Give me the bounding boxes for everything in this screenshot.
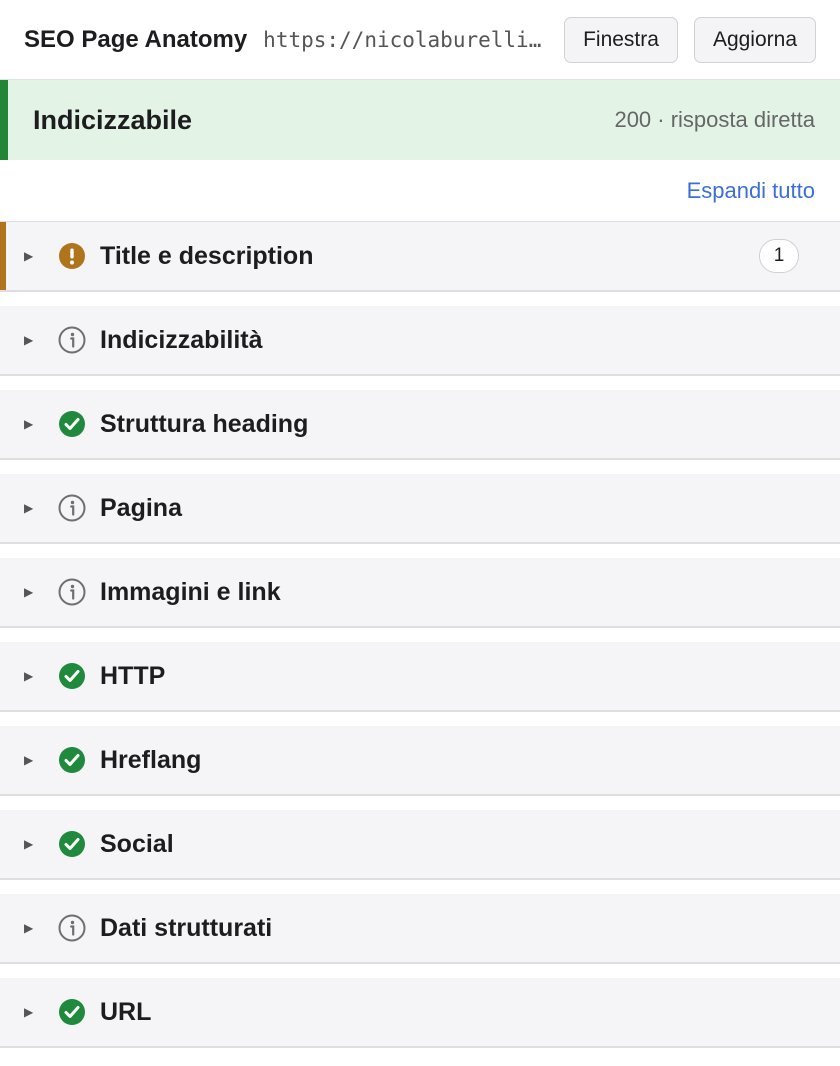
expand-all-link[interactable]: Espandi tutto [687, 178, 815, 204]
disclosure-caret-icon[interactable]: ▶ [24, 585, 58, 599]
info-icon [58, 578, 86, 606]
check-circle-icon [58, 998, 86, 1026]
section-label: Dati strutturati [100, 913, 273, 942]
section-label: URL [100, 997, 152, 1026]
disclosure-caret-icon[interactable]: ▶ [24, 501, 58, 515]
response-status: 200 · risposta diretta [614, 107, 815, 132]
section-row[interactable]: ▶ Immagini e link [0, 558, 840, 628]
section-label: Struttura heading [100, 409, 309, 438]
section-row[interactable]: ▶ URL [0, 978, 840, 1048]
section-row[interactable]: ▶ Dati strutturati [0, 894, 840, 964]
section-row[interactable]: ▶ Social [0, 810, 840, 880]
app-title: SEO Page Anatomy [24, 25, 248, 53]
page-url: https://nicolaburelli.com/ [263, 27, 548, 52]
section-row[interactable]: ▶ Title e description 1 [0, 222, 840, 292]
section-row[interactable]: ▶ Pagina [0, 474, 840, 544]
section-label: Hreflang [100, 745, 202, 774]
indexability-status: Indicizzabile [33, 104, 193, 135]
section-row[interactable]: ▶ HTTP [0, 642, 840, 712]
check-circle-icon [58, 410, 86, 438]
indexability-banner: Indicizzabile 200 · risposta diretta [0, 80, 840, 160]
check-circle-icon [58, 662, 86, 690]
section-label: Immagini e link [100, 577, 281, 606]
section-label: Title e description [100, 241, 314, 270]
refresh-button[interactable]: Aggiorna [693, 16, 816, 63]
disclosure-caret-icon[interactable]: ▶ [24, 753, 58, 767]
disclosure-caret-icon[interactable]: ▶ [24, 669, 58, 683]
info-icon [58, 494, 86, 522]
check-circle-icon [58, 830, 86, 858]
section-list: ▶ Title e description 1 ▶ Indicizzabilità ▶ St… [0, 221, 840, 1048]
issue-count-badge: 1 [759, 239, 799, 273]
top-bar: SEO Page Anatomy https://nicolaburelli.c… [0, 0, 840, 80]
section-row[interactable]: ▶ Hreflang [0, 726, 840, 796]
section-label: Social [100, 829, 174, 858]
section-label: HTTP [100, 661, 166, 690]
warning-icon [58, 242, 86, 270]
info-icon [58, 326, 86, 354]
disclosure-caret-icon[interactable]: ▶ [24, 249, 58, 263]
window-button[interactable]: Finestra [564, 16, 678, 63]
section-label: Pagina [100, 493, 182, 522]
expand-row: Espandi tutto [0, 160, 840, 221]
check-circle-icon [58, 746, 86, 774]
disclosure-caret-icon[interactable]: ▶ [24, 333, 58, 347]
disclosure-caret-icon[interactable]: ▶ [24, 417, 58, 431]
section-label: Indicizzabilità [100, 325, 263, 354]
section-row[interactable]: ▶ Struttura heading [0, 390, 840, 460]
info-icon [58, 914, 86, 942]
section-row[interactable]: ▶ Indicizzabilità [0, 306, 840, 376]
disclosure-caret-icon[interactable]: ▶ [24, 837, 58, 851]
disclosure-caret-icon[interactable]: ▶ [24, 1005, 58, 1019]
disclosure-caret-icon[interactable]: ▶ [24, 921, 58, 935]
